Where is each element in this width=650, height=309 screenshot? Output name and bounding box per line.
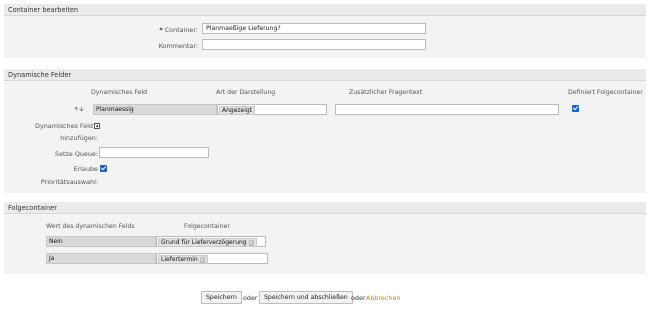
save-button[interactable]: Speichern — [201, 291, 242, 304]
field-value-nein: Nein — [46, 236, 156, 247]
or-separator: oder — [243, 294, 258, 302]
add-icon[interactable] — [94, 123, 100, 129]
save-and-close-button[interactable]: Speichern und abschließen — [259, 291, 353, 304]
col-defines-followup: Definiert Folgecontainer — [568, 89, 643, 96]
remove-icon[interactable]: x — [199, 257, 205, 263]
col-dynamic-field: Dynamisches Feld — [91, 89, 148, 96]
followup-container-tag-text: Liefertermin — [161, 256, 198, 263]
dynamic-fields-section: Dynamische Felder Dynamisches Feld Art d… — [4, 69, 646, 193]
col-followup-container: Folgecontainer — [184, 223, 230, 230]
field-value-ja: Ja — [46, 253, 156, 264]
cancel-link[interactable]: Abbrechen — [366, 294, 400, 302]
container-input[interactable]: Planmaeßige Lieferung? — [202, 23, 426, 34]
col-display-type: Art der Darstellung — [216, 89, 276, 96]
comment-input[interactable] — [202, 39, 426, 50]
defines-followup-checkbox[interactable] — [572, 105, 579, 112]
followup-container-tag: Grund für Lieferverzögerung x — [158, 238, 257, 247]
edit-container-section: Container bearbeiten * Container: Planmae… — [4, 4, 646, 58]
comment-label: Kommentar: — [158, 42, 198, 50]
container-label: * Container: — [124, 26, 198, 34]
section-header: Dynamische Felder — [4, 69, 646, 81]
or-separator: oder — [351, 294, 366, 302]
allow-label: Erlaube — [73, 165, 98, 173]
queue-input[interactable] — [99, 147, 209, 158]
add-field-label-line1: Dynamisches Feld — [35, 122, 93, 130]
sort-arrows-icon[interactable]: 🡩🡫 — [74, 105, 85, 115]
section-header: Container bearbeiten — [4, 4, 646, 16]
question-text-input[interactable] — [335, 104, 559, 115]
display-type-select[interactable]: Angezeigt — [217, 104, 327, 115]
section-header: Folgecontainer — [4, 202, 646, 214]
add-field-label-2: hinzufügen: — [60, 134, 98, 142]
col-field-value: Wert des dynamischen Felds — [46, 223, 135, 230]
followup-container-tag-text: Grund für Lieferverzögerung — [161, 239, 247, 246]
col-question-text: Zusätzlicher Fragentext — [349, 89, 423, 96]
required-marker: * — [159, 26, 163, 34]
followup-container-select[interactable]: Grund für Lieferverzögerung x — [156, 236, 266, 247]
priority-label: Prioritätsauswahl: — [40, 178, 98, 186]
dynamic-field-name: Planmaessig — [93, 104, 217, 115]
add-field-label: Dynamisches Feld — [14, 122, 100, 130]
followup-container-select[interactable]: Liefertermin x — [156, 253, 268, 264]
allow-priority-checkbox[interactable] — [100, 165, 107, 172]
queue-label: Setze Queue: — [55, 150, 98, 158]
container-label-text: Container: — [164, 26, 198, 34]
followup-container-tag: Liefertermin x — [158, 255, 208, 264]
display-type-tag: Angezeigt — [219, 106, 256, 115]
followup-section: Folgecontainer Wert des dynamischen Feld… — [4, 202, 646, 274]
remove-icon[interactable]: x — [248, 240, 254, 246]
